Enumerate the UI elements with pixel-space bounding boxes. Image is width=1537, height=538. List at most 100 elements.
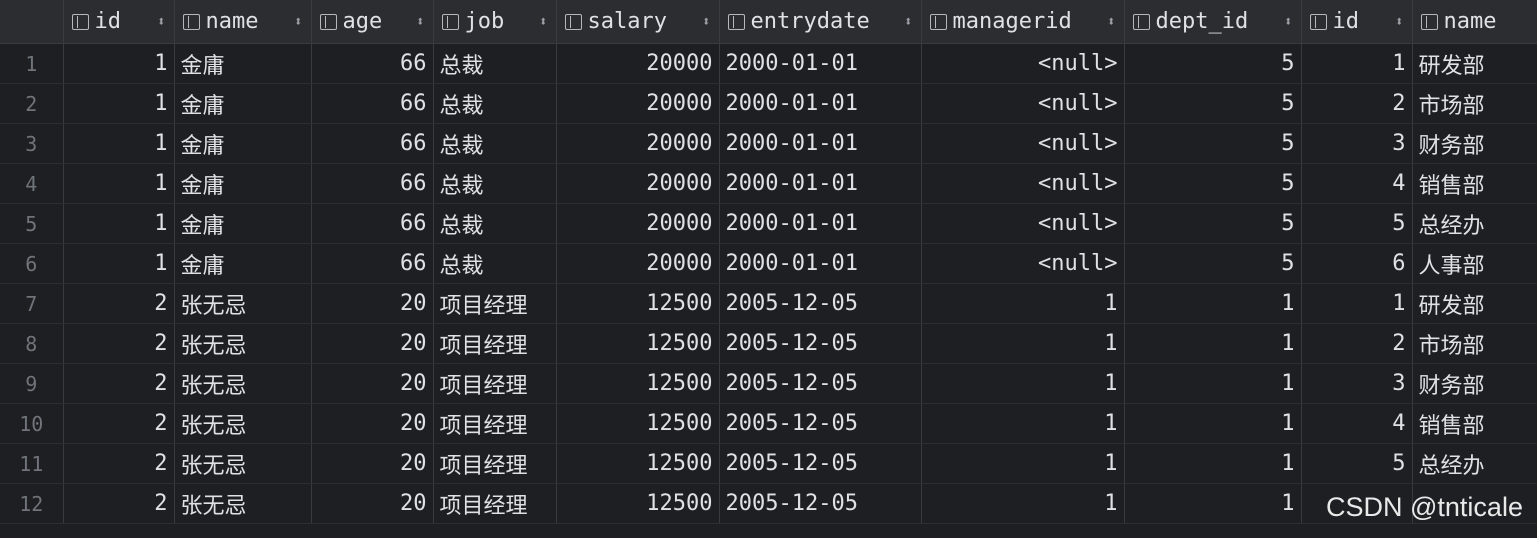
cell-dept-table-name[interactable]: 研发部 <box>1412 283 1537 324</box>
cell-id[interactable]: 2 <box>63 403 175 444</box>
cell-job[interactable]: 项目经理 <box>433 483 557 524</box>
cell-dept-table-name[interactable]: 总经办 <box>1412 203 1537 244</box>
column-header-dept-id[interactable]: dept_id ⬍ <box>1124 0 1302 44</box>
cell-salary[interactable]: 12500 <box>556 443 720 484</box>
table-row[interactable]: 12 2 张无忌 20 项目经理 12500 2005-12-05 1 1 <box>0 483 1537 524</box>
cell-age[interactable]: 20 <box>311 363 434 404</box>
sort-icon[interactable]: ⬍ <box>1107 14 1115 30</box>
cell-dept-table-name[interactable]: 人事部 <box>1412 243 1537 284</box>
cell-name[interactable]: 张无忌 <box>174 363 312 404</box>
cell-salary[interactable]: 20000 <box>556 243 720 284</box>
cell-job[interactable]: 总裁 <box>433 83 557 124</box>
cell-dept-id[interactable]: 5 <box>1124 203 1302 244</box>
cell-age[interactable]: 20 <box>311 403 434 444</box>
cell-entrydate[interactable]: 2005-12-05 <box>719 363 922 404</box>
column-header-name[interactable]: name ⬍ <box>174 0 312 44</box>
table-row[interactable]: 7 2 张无忌 20 项目经理 12500 2005-12-05 1 1 1 研发部 <box>0 283 1537 324</box>
cell-dept-id[interactable]: 1 <box>1124 403 1302 444</box>
cell-dept-id[interactable]: 1 <box>1124 323 1302 364</box>
cell-id[interactable]: 2 <box>63 283 175 324</box>
cell-dept-id[interactable]: 5 <box>1124 243 1302 284</box>
cell-dept-table-id[interactable]: 4 <box>1301 163 1413 204</box>
sort-icon[interactable]: ⬍ <box>1395 14 1403 30</box>
cell-managerid[interactable]: <null> <box>921 123 1125 164</box>
cell-salary[interactable]: 20000 <box>556 203 720 244</box>
cell-id[interactable]: 1 <box>63 203 175 244</box>
cell-job[interactable]: 总裁 <box>433 163 557 204</box>
cell-job[interactable]: 总裁 <box>433 243 557 284</box>
cell-managerid[interactable]: <null> <box>921 243 1125 284</box>
table-row[interactable]: 11 2 张无忌 20 项目经理 12500 2005-12-05 1 1 5 总经办 <box>0 443 1537 484</box>
cell-dept-table-id[interactable]: 5 <box>1301 203 1413 244</box>
cell-managerid[interactable]: 1 <box>921 403 1125 444</box>
cell-dept-table-name[interactable]: 研发部 <box>1412 43 1537 84</box>
cell-name[interactable]: 张无忌 <box>174 283 312 324</box>
cell-managerid[interactable]: <null> <box>921 83 1125 124</box>
sort-icon[interactable]: ⬍ <box>904 14 912 30</box>
column-header-salary[interactable]: salary ⬍ <box>556 0 720 44</box>
cell-dept-table-id[interactable]: 2 <box>1301 323 1413 364</box>
cell-entrydate[interactable]: 2000-01-01 <box>719 43 922 84</box>
cell-name[interactable]: 金庸 <box>174 243 312 284</box>
cell-age[interactable]: 20 <box>311 283 434 324</box>
cell-dept-table-name[interactable]: 财务部 <box>1412 363 1537 404</box>
table-row[interactable]: 4 1 金庸 66 总裁 20000 2000-01-01 <null> 5 4 销售部 <box>0 163 1537 204</box>
cell-managerid[interactable]: 1 <box>921 363 1125 404</box>
cell-age[interactable]: 66 <box>311 123 434 164</box>
table-row[interactable]: 10 2 张无忌 20 项目经理 12500 2005-12-05 1 1 4 销售部 <box>0 403 1537 444</box>
cell-entrydate[interactable]: 2005-12-05 <box>719 403 922 444</box>
cell-name[interactable]: 金庸 <box>174 123 312 164</box>
cell-dept-table-id[interactable]: 1 <box>1301 43 1413 84</box>
cell-salary[interactable]: 12500 <box>556 403 720 444</box>
cell-id[interactable]: 1 <box>63 43 175 84</box>
cell-salary[interactable]: 20000 <box>556 83 720 124</box>
cell-job[interactable]: 总裁 <box>433 203 557 244</box>
cell-age[interactable]: 66 <box>311 83 434 124</box>
cell-dept-table-name[interactable]: 总经办 <box>1412 443 1537 484</box>
cell-id[interactable]: 1 <box>63 243 175 284</box>
cell-age[interactable]: 20 <box>311 323 434 364</box>
column-header-id[interactable]: id ⬍ <box>63 0 175 44</box>
cell-job[interactable]: 总裁 <box>433 43 557 84</box>
cell-entrydate[interactable]: 2000-01-01 <box>719 83 922 124</box>
column-header-managerid[interactable]: managerid ⬍ <box>921 0 1125 44</box>
cell-salary[interactable]: 20000 <box>556 163 720 204</box>
cell-dept-table-id[interactable]: 4 <box>1301 403 1413 444</box>
cell-salary[interactable]: 12500 <box>556 483 720 524</box>
cell-salary[interactable]: 12500 <box>556 363 720 404</box>
cell-entrydate[interactable]: 2000-01-01 <box>719 163 922 204</box>
cell-dept-table-name[interactable]: 销售部 <box>1412 403 1537 444</box>
cell-dept-id[interactable]: 1 <box>1124 363 1302 404</box>
cell-dept-id[interactable]: 5 <box>1124 123 1302 164</box>
cell-entrydate[interactable]: 2000-01-01 <box>719 203 922 244</box>
cell-id[interactable]: 2 <box>63 363 175 404</box>
column-header-dept-table-id[interactable]: id ⬍ <box>1301 0 1413 44</box>
sort-icon[interactable]: ⬍ <box>416 14 424 30</box>
cell-age[interactable]: 66 <box>311 203 434 244</box>
cell-salary[interactable]: 12500 <box>556 323 720 364</box>
cell-dept-id[interactable]: 5 <box>1124 163 1302 204</box>
cell-id[interactable]: 1 <box>63 163 175 204</box>
cell-job[interactable]: 总裁 <box>433 123 557 164</box>
sort-icon[interactable]: ⬍ <box>294 14 302 30</box>
cell-name[interactable]: 金庸 <box>174 43 312 84</box>
table-row[interactable]: 6 1 金庸 66 总裁 20000 2000-01-01 <null> 5 6 人事部 <box>0 243 1537 284</box>
sort-icon[interactable]: ⬍ <box>539 14 547 30</box>
cell-name[interactable]: 张无忌 <box>174 323 312 364</box>
cell-entrydate[interactable]: 2005-12-05 <box>719 443 922 484</box>
cell-salary[interactable]: 20000 <box>556 43 720 84</box>
cell-managerid[interactable]: 1 <box>921 443 1125 484</box>
cell-entrydate[interactable]: 2000-01-01 <box>719 123 922 164</box>
column-header-dept-table-name[interactable]: name <box>1412 0 1537 44</box>
cell-entrydate[interactable]: 2005-12-05 <box>719 483 922 524</box>
cell-id[interactable]: 1 <box>63 123 175 164</box>
cell-dept-id[interactable]: 1 <box>1124 443 1302 484</box>
cell-dept-id[interactable]: 1 <box>1124 483 1302 524</box>
cell-name[interactable]: 张无忌 <box>174 443 312 484</box>
cell-age[interactable]: 20 <box>311 483 434 524</box>
cell-id[interactable]: 1 <box>63 83 175 124</box>
cell-id[interactable]: 2 <box>63 323 175 364</box>
cell-dept-table-id[interactable]: 3 <box>1301 123 1413 164</box>
cell-name[interactable]: 金庸 <box>174 203 312 244</box>
cell-dept-table-name[interactable]: 销售部 <box>1412 163 1537 204</box>
